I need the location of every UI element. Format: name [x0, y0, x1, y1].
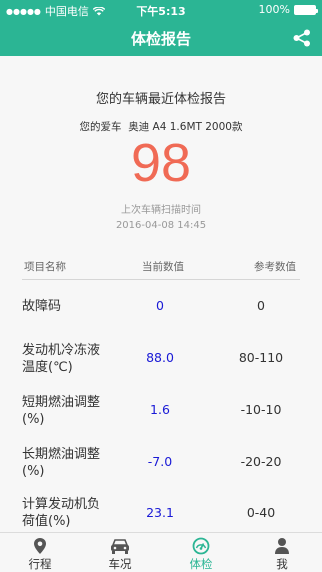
location-pin-icon: [34, 538, 46, 554]
tab-trips-label: 行程: [28, 557, 52, 571]
tab-car-status[interactable]: 车况: [80, 533, 160, 572]
tab-car-status-label: 车况: [108, 557, 132, 571]
row-item-name: 发动机冷冻液温度(℃): [22, 343, 101, 375]
table-row: 发动机冷冻液温度(℃) 88.0 80-110: [22, 340, 300, 392]
nav-bar: 体检报告: [0, 20, 322, 56]
gauge-icon: [192, 537, 210, 555]
row-reference-value: 0-40: [246, 505, 276, 520]
report-title: 您的车辆最近体检报告: [95, 92, 226, 107]
row-item-name: 短期燃油调整(%): [22, 395, 101, 427]
row-current-value: 23.1: [146, 505, 174, 520]
row-item-name: 故障码: [22, 299, 62, 314]
row-reference-value: 80-110: [238, 350, 284, 365]
share-icon[interactable]: [292, 29, 312, 47]
battery-percent: 100%: [258, 3, 290, 16]
status-right: 100%: [258, 3, 318, 16]
row-reference-value: -10-10: [240, 402, 282, 417]
car-icon: [111, 539, 129, 554]
table-row: 故障码 0 0: [22, 288, 300, 340]
table-row: 短期燃油调整(%) 1.6 -10-10: [22, 392, 300, 444]
battery-icon: [294, 4, 318, 15]
tab-trips[interactable]: 行程: [0, 533, 80, 572]
row-reference-value: 0: [257, 298, 265, 313]
table-row: 计算发动机负荷值(%) 23.1 0-40: [22, 496, 300, 532]
header-reference-value: 参考数值: [254, 261, 296, 273]
page-title: 体检报告: [130, 30, 191, 48]
header-item-name: 项目名称: [24, 261, 66, 273]
person-icon: [275, 538, 289, 554]
row-item-name: 长期燃油调整(%): [22, 447, 101, 479]
header-current-value: 当前数值: [142, 261, 184, 273]
row-current-value: -7.0: [147, 454, 173, 469]
tab-checkup[interactable]: 体检: [161, 533, 241, 572]
row-item-name: 计算发动机负荷值(%): [22, 497, 101, 529]
status-bar: ●●●●● 中国电信 下午5:13 100%: [0, 0, 322, 20]
table-header: 项目名称 当前数值 参考数值: [22, 254, 300, 280]
row-current-value: 1.6: [150, 402, 170, 417]
tab-checkup-label: 体检: [189, 557, 213, 571]
tab-bar: 行程 车况 体检 我: [0, 532, 322, 572]
row-current-value: 0: [156, 298, 164, 313]
scan-time-value: 2016-04-08 14:45: [115, 220, 207, 231]
row-reference-value: -20-20: [240, 454, 282, 469]
health-score: 98: [130, 133, 192, 193]
tab-me-label: 我: [276, 557, 288, 571]
table-row: 长期燃油调整(%) -7.0 -20-20: [22, 444, 300, 496]
row-current-value: 88.0: [146, 350, 174, 365]
tab-me[interactable]: 我: [242, 533, 322, 572]
report-content[interactable]: 您的车辆最近体检报告 您的爱车 奥迪 A4 1.6MT 2000款 98 上次车…: [0, 56, 322, 532]
scan-time-label: 上次车辆扫描时间: [121, 205, 201, 216]
